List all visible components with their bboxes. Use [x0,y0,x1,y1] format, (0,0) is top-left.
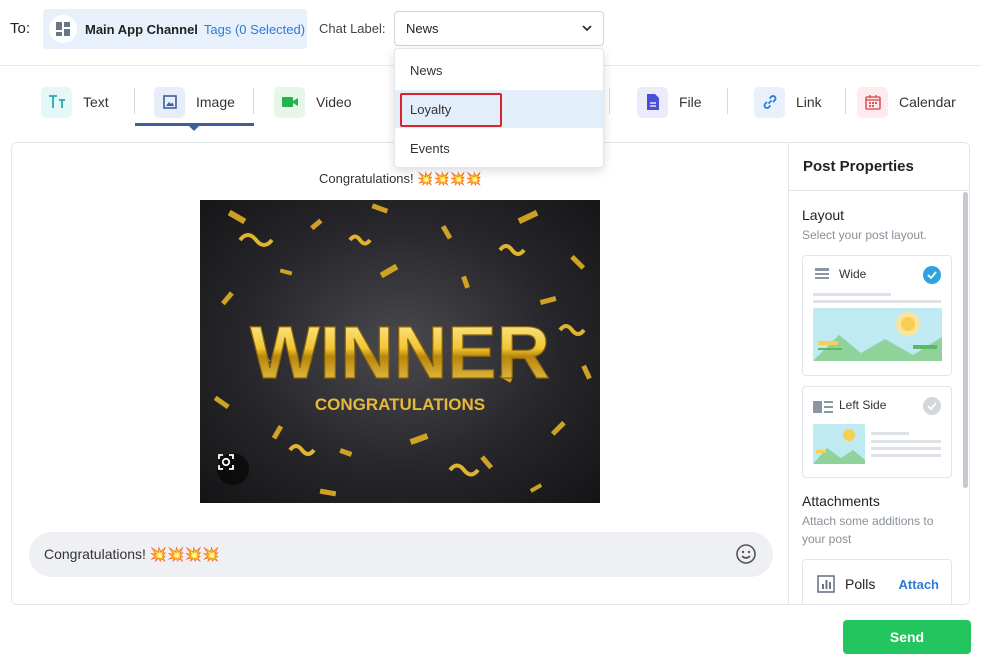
divider [845,88,846,114]
properties-scroll-area[interactable]: Layout Select your post layout. Wide Lef… [789,192,963,604]
confetti-artwork: WINNER CONGRATULATIONS [213,203,592,497]
chat-label-caption: Chat Label: [319,21,386,36]
left-side-preview-illustration [813,424,941,464]
properties-scrollbar[interactable] [963,192,968,488]
divider [134,88,135,114]
image-subline: CONGRATULATIONS [315,395,485,414]
poll-chart-icon [817,575,835,598]
chevron-down-icon [581,22,593,37]
tab-calendar[interactable]: Calendar [857,86,956,118]
tab-file-label: File [679,94,702,110]
polls-label: Polls [845,576,876,592]
checkmark-icon [923,397,941,415]
tab-video-label: Video [316,94,352,110]
divider [253,88,254,114]
layout-subtitle: Select your post layout. [802,228,927,242]
tab-calendar-label: Calendar [899,94,956,110]
post-properties-panel: Post Properties Layout Select your post … [788,143,969,604]
tab-text[interactable]: Text [41,86,109,118]
left-side-label: Left Side [839,398,887,412]
layout-option-wide[interactable]: Wide [802,255,952,376]
video-icon [274,86,305,118]
layout-option-left-side[interactable]: Left Side [802,386,952,478]
dropdown-option-news[interactable]: News [395,51,603,89]
wide-layout-icon [815,268,831,287]
calendar-icon [857,86,888,118]
post-caption: Congratulations! 💥💥💥💥 [318,171,483,186]
wide-preview-illustration [813,293,942,361]
send-button[interactable]: Send [843,620,971,654]
message-input[interactable]: Congratulations! 💥💥💥💥 [29,532,773,577]
layout-title: Layout [802,207,845,223]
text-icon [41,86,72,118]
channel-name: Main App Channel [85,21,198,37]
to-label: To: [10,20,31,37]
link-icon [754,86,785,118]
wide-label: Wide [839,267,867,281]
divider [609,88,610,114]
tab-text-label: Text [83,94,109,110]
lens-icon [218,454,234,470]
attach-polls-link[interactable]: Attach [899,577,939,592]
attachments-subtitle: Attach some additions to your post [802,514,934,546]
left-side-layout-icon [813,400,833,418]
dashboard-icon [49,15,77,43]
properties-title: Post Properties [789,143,969,191]
highlight-annotation-box [400,93,502,127]
file-icon [637,86,668,118]
tab-video[interactable]: Video [274,86,352,118]
active-tab-caret [188,125,200,131]
polls-attachment-card: Polls Attach [802,559,952,604]
tab-file[interactable]: File [637,86,702,118]
tab-link-label: Link [796,94,822,110]
emoji-icon[interactable] [735,543,757,570]
dropdown-option-events[interactable]: Events [395,129,603,167]
post-image[interactable]: WINNER CONGRATULATIONS [200,200,600,503]
lens-search-button[interactable] [217,453,249,485]
chat-label-dropdown-menu: News Loyalty Events [394,48,604,168]
attachments-title: Attachments [802,493,880,509]
image-headline: WINNER [250,311,550,394]
message-text: Congratulations! 💥💥💥💥 [44,546,220,562]
divider [727,88,728,114]
tags-link[interactable]: Tags (0 Selected) [204,22,305,37]
chat-label-select[interactable]: News [394,11,604,46]
chat-label-value: News [406,21,439,36]
post-editor: Congratulations! 💥💥💥💥 WINNER CONGRATULAT… [11,142,970,605]
channel-chip[interactable]: Main App Channel Tags (0 Selected) [43,9,307,49]
image-icon [154,86,185,118]
checkmark-icon [923,266,941,284]
tab-image-label: Image [196,94,235,110]
tab-link[interactable]: Link [754,86,822,118]
tab-image[interactable]: Image [154,86,235,118]
